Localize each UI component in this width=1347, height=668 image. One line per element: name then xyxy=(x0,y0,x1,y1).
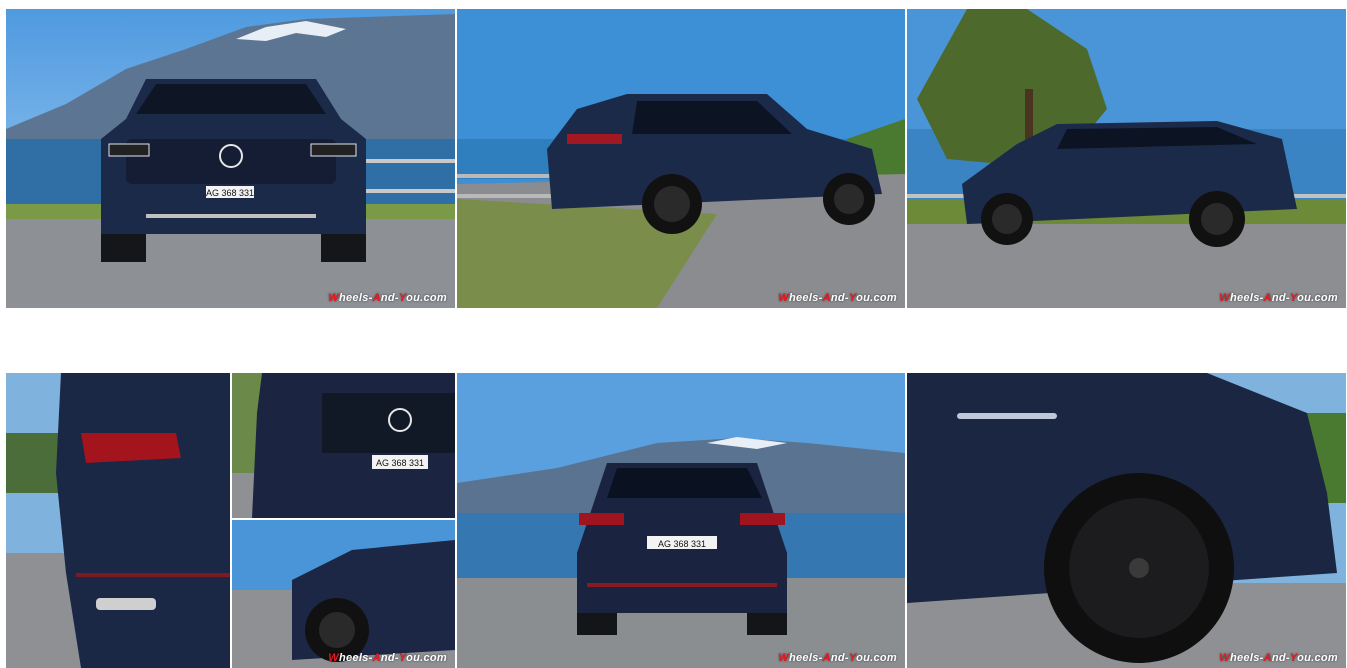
photo-grille-detail[interactable]: AG 368 331 xyxy=(232,373,455,518)
grille-plate: AG 368 331 xyxy=(376,458,424,468)
photo-wheel-closeup[interactable]: Wheels-And-You.com xyxy=(907,373,1346,668)
watermark: Wheels-And-You.com xyxy=(1219,292,1338,304)
front-view-image: AG 368 331 xyxy=(6,9,455,308)
photo-rear-three-quarter[interactable]: Wheels-And-You.com xyxy=(457,9,905,308)
grille-detail-image: AG 368 331 xyxy=(232,373,455,518)
wheel-arch-image xyxy=(232,520,455,668)
watermark: Wheels-And-You.com xyxy=(328,292,447,304)
photo-wheel-arch-detail[interactable]: Wheels-And-You.com xyxy=(232,520,455,668)
wheel-closeup-image xyxy=(907,373,1346,668)
photo-rear-view[interactable]: AG 368 331 Wheels-And-You.com xyxy=(457,373,905,668)
photo-front-view[interactable]: AG 368 331 Wheels-And-You.com xyxy=(6,9,455,308)
watermark: Wheels-And-You.com xyxy=(778,292,897,304)
watermark: Wheels-And-You.com xyxy=(328,652,447,664)
watermark: Wheels-And-You.com xyxy=(1219,652,1338,664)
photo-taillight-detail[interactable] xyxy=(6,373,230,668)
front-plate: AG 368 331 xyxy=(206,188,254,198)
rear-view-image: AG 368 331 xyxy=(457,373,905,668)
side-view-image xyxy=(907,9,1346,308)
rear-three-quarter-image xyxy=(457,9,905,308)
rear-plate: AG 368 331 xyxy=(658,539,706,549)
photo-side-view[interactable]: Wheels-And-You.com xyxy=(907,9,1346,308)
taillight-detail-image xyxy=(6,373,230,668)
watermark: Wheels-And-You.com xyxy=(778,652,897,664)
